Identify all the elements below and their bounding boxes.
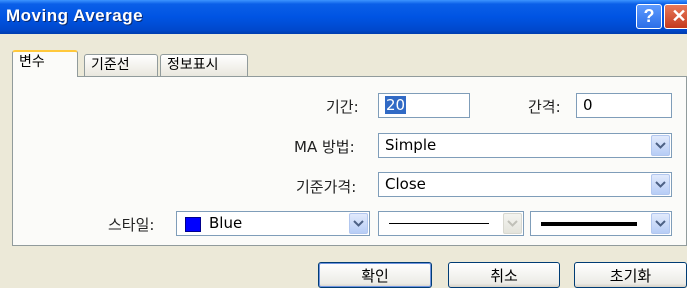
color-value: Blue <box>209 214 243 232</box>
style-label: 스타일: <box>108 216 155 234</box>
chevron-down-icon[interactable] <box>651 135 670 156</box>
line-style-select <box>378 211 524 236</box>
period-input[interactable]: 20 <box>378 93 470 118</box>
period-label: 기간: <box>326 98 359 116</box>
cancel-button[interactable]: 취소 <box>448 262 560 288</box>
chevron-down-icon[interactable] <box>349 213 368 234</box>
chevron-down-icon[interactable] <box>651 174 670 195</box>
tab-variables[interactable]: 변수 <box>12 50 78 77</box>
reset-button[interactable]: 초기화 <box>574 262 687 288</box>
solid-line-icon <box>389 223 489 224</box>
interval-label: 간격: <box>528 98 561 116</box>
thick-line-icon <box>541 222 637 226</box>
line-width-select[interactable] <box>530 211 672 236</box>
tab-info-display[interactable]: 정보표시 <box>160 54 248 76</box>
chevron-down-icon[interactable] <box>651 213 670 234</box>
ma-method-value: Simple <box>385 136 437 154</box>
base-price-value: Close <box>385 175 426 193</box>
ma-method-select[interactable]: Simple <box>378 133 672 158</box>
base-price-label: 기준가격: <box>296 178 357 196</box>
window-title: Moving Average <box>6 6 144 25</box>
base-price-select[interactable]: Close <box>378 172 672 197</box>
chevron-down-icon <box>503 213 522 234</box>
ok-button[interactable]: 확인 <box>318 262 432 288</box>
period-value: 20 <box>385 96 407 114</box>
ma-method-label: MA 방법: <box>294 138 355 156</box>
interval-input[interactable]: 0 <box>576 93 672 118</box>
color-select[interactable]: Blue <box>176 211 370 236</box>
color-swatch <box>185 217 201 232</box>
interval-value: 0 <box>583 96 593 114</box>
close-button[interactable]: ✕ <box>664 4 687 29</box>
tab-baseline[interactable]: 기준선 <box>84 54 158 76</box>
help-button[interactable]: ? <box>636 4 662 29</box>
title-bar: Moving Average ? ✕ <box>0 0 687 34</box>
